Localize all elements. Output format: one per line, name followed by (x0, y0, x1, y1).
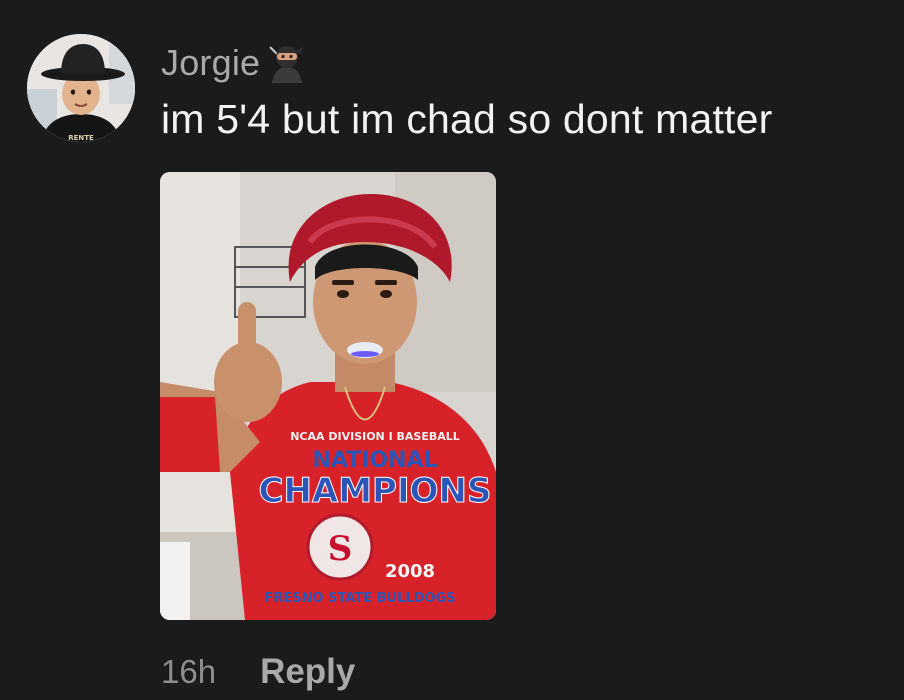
shirt-text-line-1: NCAA DIVISION I BASEBALL (290, 430, 460, 443)
shirt-year: 2008 (385, 561, 435, 582)
reply-button[interactable]: Reply (260, 652, 355, 692)
photo-illustration: NCAA DIVISION I BASEBALL NATIONAL CHAMPI… (160, 172, 496, 620)
shirt-text-line-3: CHAMPIONS (259, 471, 492, 511)
comment-text: im 5'4 but im chad so dont matter (161, 96, 773, 142)
comment-item: RENTE Jorgie im 5'4 but im chad so dont … (0, 0, 904, 700)
attached-photo[interactable]: NCAA DIVISION I BASEBALL NATIONAL CHAMPI… (160, 172, 496, 620)
ninja-emoji-icon (262, 39, 310, 87)
avatar[interactable]: RENTE (27, 34, 135, 142)
avatar-image: RENTE (27, 34, 135, 142)
shirt-text-line-4: FRESNO STATE BULLDOGS (264, 591, 455, 606)
username-row: Jorgie (161, 38, 310, 88)
shirt-text-line-2: NATIONAL (312, 448, 437, 473)
username[interactable]: Jorgie (161, 42, 260, 84)
comment-meta-row: 16h Reply (161, 648, 355, 696)
timestamp: 16h (161, 653, 217, 690)
svg-text:RENTE: RENTE (68, 134, 94, 142)
svg-text:S: S (328, 529, 353, 569)
